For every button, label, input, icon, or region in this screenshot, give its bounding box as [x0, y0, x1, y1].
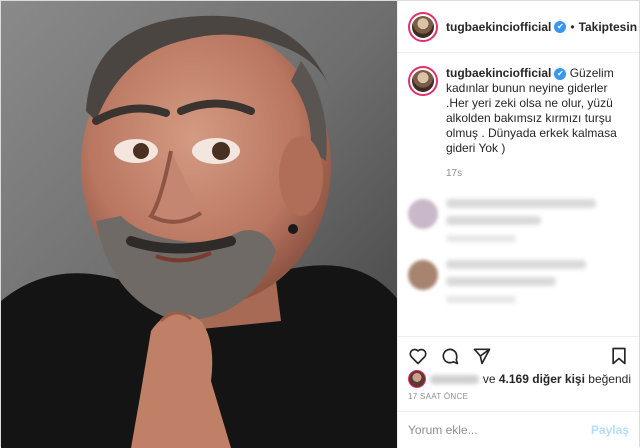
post-comment-button[interactable]: Paylaş — [591, 423, 629, 437]
comment-avatar[interactable] — [408, 260, 438, 290]
likes-connector: ve — [482, 372, 496, 386]
comments-list[interactable]: tugbaekinciofficial ✔ Güzelim kadınlar bu… — [398, 54, 639, 331]
likes-count-link[interactable]: 4.169 diğer kişi — [499, 372, 585, 386]
post-modal: tugbaekinciofficial ✔ • Takiptesin tugbae… — [0, 0, 640, 448]
caption-verified-badge-icon: ✔ — [554, 67, 567, 80]
bookmark-icon — [612, 347, 626, 364]
comment-avatar[interactable] — [408, 199, 438, 229]
author-avatar[interactable] — [408, 11, 438, 42]
post-actions — [398, 336, 639, 368]
caption-time: 17s — [446, 168, 463, 179]
likes-summary: ve 4.169 diğer kişi beğendi — [408, 370, 631, 388]
heart-icon — [409, 348, 427, 364]
caption-username[interactable]: tugbaekinciofficial — [446, 66, 551, 80]
likes-suffix: beğendi — [588, 372, 631, 386]
post-header: tugbaekinciofficial ✔ • Takiptesin — [398, 1, 639, 53]
post-caption: tugbaekinciofficial ✔ Güzelim kadınlar bu… — [408, 66, 629, 181]
post-photo[interactable] — [1, 1, 397, 448]
paper-plane-icon — [473, 348, 491, 364]
comment-button[interactable] — [438, 344, 462, 368]
share-button[interactable] — [470, 344, 494, 368]
post-photo-illustration — [1, 1, 397, 448]
liker-avatar[interactable] — [408, 370, 426, 388]
comment-bubble-icon — [442, 348, 459, 364]
like-button[interactable] — [406, 344, 430, 368]
author-username[interactable]: tugbaekinciofficial ✔ — [446, 20, 567, 34]
comment-input[interactable] — [408, 423, 591, 437]
liker-username-blurred[interactable] — [430, 374, 479, 384]
header-separator: • — [570, 19, 575, 34]
verified-badge-icon: ✔ — [554, 21, 567, 34]
comment-item — [408, 260, 629, 303]
save-button[interactable] — [607, 344, 631, 368]
post-timestamp[interactable]: 17 SAAT ÖNCE — [408, 392, 468, 401]
caption-author-avatar[interactable] — [408, 66, 438, 96]
post-side-panel: tugbaekinciofficial ✔ • Takiptesin tugbae… — [397, 1, 639, 448]
add-comment-bar: Paylaş — [398, 411, 639, 448]
comment-item — [408, 199, 629, 242]
following-status-button[interactable]: Takiptesin — [579, 20, 637, 34]
